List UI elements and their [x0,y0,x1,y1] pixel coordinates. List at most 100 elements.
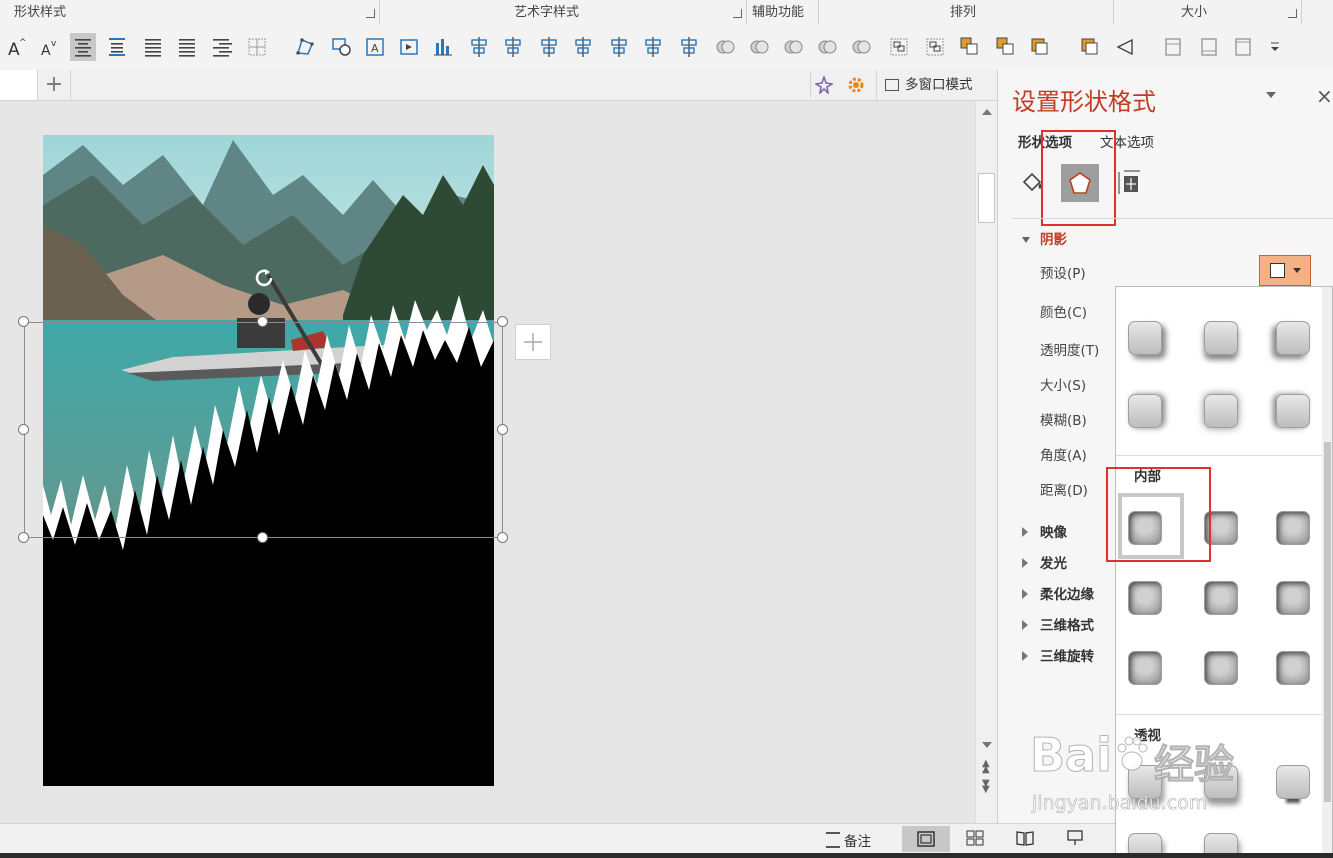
section-3d-format[interactable]: 三维格式 [1022,614,1094,634]
perspective-shadow-swatch[interactable] [1128,765,1162,799]
align-right-icon[interactable] [208,33,234,61]
width-icon[interactable] [1196,33,1222,61]
shape-union-icon[interactable] [712,33,738,61]
inner-shadow-swatch[interactable] [1128,651,1162,685]
align-left-icon[interactable] [174,33,200,61]
section-label: 三维格式 [1040,618,1094,634]
section-3d-rotation[interactable]: 三维旋转 [1022,645,1094,665]
resize-handle[interactable] [18,316,29,327]
resize-handle[interactable] [18,424,29,435]
group-label-wordart: 艺术字样式 [514,5,580,20]
gallery-scrollbar[interactable] [1322,287,1332,857]
shape-combine-icon[interactable] [746,33,772,61]
shadow-preset-swatch[interactable] [1204,321,1238,355]
section-shadow[interactable]: 阴影 [1022,228,1067,248]
ungroup-icon[interactable] [922,33,948,61]
align-center-icon[interactable] [70,33,96,61]
decrease-font-icon[interactable]: Av [36,33,62,61]
resize-handle[interactable] [497,316,508,327]
shape-outline-icon[interactable] [328,33,354,61]
group-size: 大小 [1114,0,1302,24]
magic-star-icon[interactable] [810,72,837,98]
align-center-horizontal-icon[interactable] [570,33,596,61]
shadow-preset-swatch[interactable] [1276,321,1310,355]
bring-forward-icon[interactable] [956,33,982,61]
inner-shadow-swatch[interactable] [1276,651,1310,685]
rotate-handle-icon[interactable] [253,267,275,289]
gear-icon[interactable] [843,72,869,98]
arrange-icon[interactable] [1026,33,1052,61]
shape-fragment-icon[interactable] [780,33,806,61]
align-vertical-icon[interactable] [104,33,130,61]
increase-font-icon[interactable]: A ^ [4,33,30,61]
align-justify-icon[interactable] [140,33,166,61]
vertical-scrollbar[interactable]: ▲ ▲ ▼ ▼ [975,101,998,823]
distribute-vertical-icon[interactable] [676,33,702,61]
layout-options-icon[interactable] [515,324,551,360]
svg-text:A: A [371,42,379,55]
resize-handle[interactable] [257,316,268,327]
scroll-thumb[interactable] [978,173,995,223]
inner-shadow-swatch[interactable] [1204,651,1238,685]
slide-sorter-icon[interactable] [966,830,984,850]
close-icon[interactable]: × [1316,84,1333,108]
rotate-icon[interactable] [1112,33,1138,61]
preset-dropdown-button[interactable] [1259,255,1311,286]
panel-options-chevron-down-icon[interactable] [1266,92,1276,98]
more-icon[interactable] [1262,33,1288,61]
text-fill-icon[interactable] [396,33,422,61]
dialog-launcher-icon[interactable] [1288,9,1297,18]
align-right-edge-icon[interactable] [500,33,526,61]
resize-handle[interactable] [497,532,508,543]
inner-shadow-swatch[interactable] [1276,581,1310,615]
slideshow-icon[interactable] [1066,830,1084,850]
distribute-horizontal-icon[interactable] [640,33,666,61]
size-properties-icon[interactable] [1116,168,1144,196]
shadow-preset-swatch[interactable] [1128,394,1162,428]
text-box-icon[interactable]: A [362,33,388,61]
send-backward-icon[interactable] [992,33,1018,61]
dialog-launcher-icon[interactable] [733,9,742,18]
prop-transparency: 透明度(T) [1040,343,1100,359]
inner-shadow-swatch[interactable] [1204,581,1238,615]
selection-pane-icon[interactable] [1076,33,1102,61]
resize-handle[interactable] [257,532,268,543]
next-slide-icon[interactable]: ▼ ▼ [982,779,992,795]
height-icon[interactable] [1160,33,1186,61]
shape-intersect-icon[interactable] [814,33,840,61]
inner-shadow-swatch[interactable] [1276,511,1310,545]
resize-handle[interactable] [18,532,29,543]
notes-label: 备注 [844,834,871,850]
crop-icon[interactable] [1230,33,1256,61]
scroll-down-icon[interactable] [982,742,992,748]
dialog-launcher-icon[interactable] [366,9,375,18]
perspective-shadow-swatch[interactable] [1204,765,1238,799]
align-left-edge-icon[interactable] [536,33,562,61]
prev-slide-icon[interactable]: ▲ ▲ [982,759,992,775]
selection-frame[interactable] [24,322,503,538]
shadow-preset-swatch[interactable] [1276,394,1310,428]
edit-points-icon[interactable] [292,33,318,61]
section-glow[interactable]: 发光 [1022,552,1067,572]
chart-bars-icon[interactable] [430,33,456,61]
perspective-shadow-swatch[interactable] [1276,765,1310,799]
add-tab-button[interactable]: + [38,70,71,100]
group-icon[interactable] [886,33,912,61]
reading-view-icon[interactable] [1016,830,1034,850]
shape-subtract-icon[interactable] [848,33,874,61]
multiwindow-button[interactable]: 多窗口模式 [876,70,973,100]
notes-button[interactable]: 备注 [826,830,871,850]
section-reflection[interactable]: 映像 [1022,521,1067,541]
table-grid-icon[interactable] [244,33,270,61]
scroll-up-icon[interactable] [982,109,992,115]
shadow-preset-swatch[interactable] [1128,321,1162,355]
align-top-icon[interactable] [466,33,492,61]
current-tab[interactable] [0,70,38,100]
inner-shadow-swatch[interactable] [1128,581,1162,615]
section-soft-edges[interactable]: 柔化边缘 [1022,583,1094,603]
resize-handle[interactable] [497,424,508,435]
gallery-scroll-thumb[interactable] [1324,442,1331,802]
normal-view-icon[interactable] [902,826,950,852]
shadow-preset-swatch[interactable] [1204,394,1238,428]
align-middle-icon[interactable] [606,33,632,61]
